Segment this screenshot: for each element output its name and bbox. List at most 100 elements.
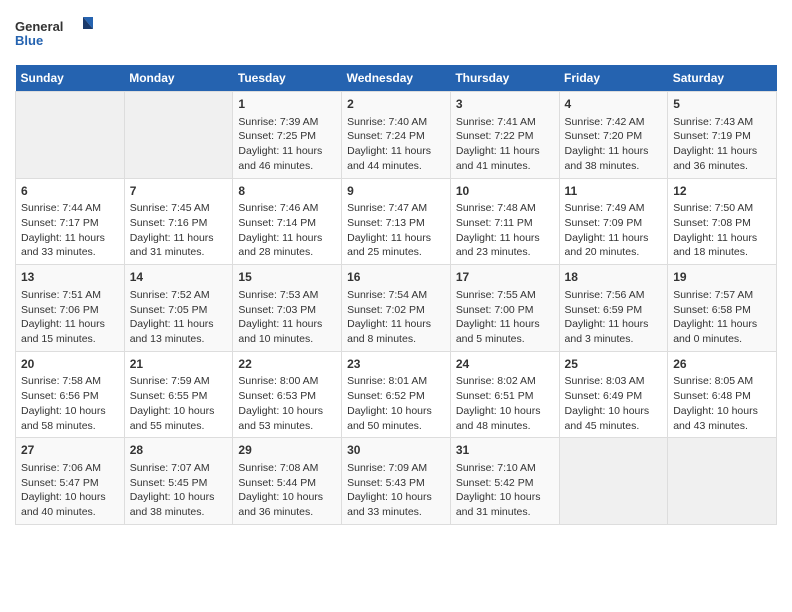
calendar-table: SundayMondayTuesdayWednesdayThursdayFrid… [15,65,777,525]
cell-text: Sunset: 5:47 PM [21,476,119,491]
cell-text: Sunrise: 7:46 AM [238,201,336,216]
day-number: 6 [21,183,119,200]
cell-text: Sunset: 7:22 PM [456,129,554,144]
day-number: 4 [565,96,663,113]
cell-text: Sunrise: 7:56 AM [565,288,663,303]
cell-text: Sunrise: 7:49 AM [565,201,663,216]
day-number: 27 [21,442,119,459]
cell-text: Sunset: 7:05 PM [130,303,228,318]
cell-text: Daylight: 11 hours and 25 minutes. [347,231,445,260]
calendar-cell: 9Sunrise: 7:47 AMSunset: 7:13 PMDaylight… [342,178,451,265]
cell-text: Sunrise: 7:51 AM [21,288,119,303]
cell-text: Sunset: 7:16 PM [130,216,228,231]
cell-text: Sunset: 7:25 PM [238,129,336,144]
cell-text: Sunset: 7:03 PM [238,303,336,318]
cell-text: Daylight: 11 hours and 18 minutes. [673,231,771,260]
svg-text:General: General [15,19,63,34]
cell-text: Daylight: 11 hours and 31 minutes. [130,231,228,260]
cell-text: Sunrise: 8:05 AM [673,374,771,389]
cell-text: Sunrise: 7:57 AM [673,288,771,303]
calendar-cell: 30Sunrise: 7:09 AMSunset: 5:43 PMDayligh… [342,438,451,525]
cell-text: Sunset: 7:06 PM [21,303,119,318]
day-header-wednesday: Wednesday [342,65,451,92]
cell-text: Sunset: 6:48 PM [673,389,771,404]
cell-text: Sunset: 7:24 PM [347,129,445,144]
cell-text: Sunrise: 7:55 AM [456,288,554,303]
calendar-cell: 2Sunrise: 7:40 AMSunset: 7:24 PMDaylight… [342,92,451,179]
day-number: 5 [673,96,771,113]
cell-text: Sunset: 7:08 PM [673,216,771,231]
cell-text: Sunset: 6:55 PM [130,389,228,404]
calendar-cell: 8Sunrise: 7:46 AMSunset: 7:14 PMDaylight… [233,178,342,265]
cell-text: Sunset: 6:53 PM [238,389,336,404]
calendar-cell: 26Sunrise: 8:05 AMSunset: 6:48 PMDayligh… [668,351,777,438]
cell-text: Sunrise: 7:39 AM [238,115,336,130]
calendar-cell: 18Sunrise: 7:56 AMSunset: 6:59 PMDayligh… [559,265,668,352]
logo: General Blue [15,15,95,55]
cell-text: Sunset: 5:44 PM [238,476,336,491]
calendar-header: SundayMondayTuesdayWednesdayThursdayFrid… [16,65,777,92]
calendar-cell: 29Sunrise: 7:08 AMSunset: 5:44 PMDayligh… [233,438,342,525]
day-number: 14 [130,269,228,286]
cell-text: Sunrise: 7:47 AM [347,201,445,216]
cell-text: Sunrise: 7:58 AM [21,374,119,389]
day-number: 26 [673,356,771,373]
calendar-cell: 20Sunrise: 7:58 AMSunset: 6:56 PMDayligh… [16,351,125,438]
calendar-week-2: 6Sunrise: 7:44 AMSunset: 7:17 PM Daylight… [16,178,777,265]
cell-text: Daylight: 10 hours and 33 minutes. [347,490,445,519]
cell-text: Sunrise: 8:01 AM [347,374,445,389]
calendar-cell: 11Sunrise: 7:49 AMSunset: 7:09 PMDayligh… [559,178,668,265]
cell-text: Sunset: 7:20 PM [565,129,663,144]
cell-text: Sunrise: 7:43 AM [673,115,771,130]
cell-text: Sunset: 6:51 PM [456,389,554,404]
day-header-saturday: Saturday [668,65,777,92]
cell-text: Sunset: 7:11 PM [456,216,554,231]
cell-text: Daylight: 11 hours and 28 minutes. [238,231,336,260]
cell-text: Sunrise: 7:45 AM [130,201,228,216]
day-header-tuesday: Tuesday [233,65,342,92]
cell-text: Sunrise: 7:54 AM [347,288,445,303]
day-number: 29 [238,442,336,459]
calendar-cell [16,92,125,179]
page-header: General Blue [15,15,777,55]
cell-text: Sunset: 6:58 PM [673,303,771,318]
calendar-week-3: 13Sunrise: 7:51 AMSunset: 7:06 PMDayligh… [16,265,777,352]
day-header-friday: Friday [559,65,668,92]
day-number: 19 [673,269,771,286]
cell-text: Daylight: 10 hours and 55 minutes. [130,404,228,433]
svg-text:Blue: Blue [15,33,43,48]
cell-text: Sunrise: 8:00 AM [238,374,336,389]
cell-text: Sunset: 5:43 PM [347,476,445,491]
day-number: 31 [456,442,554,459]
day-number: 23 [347,356,445,373]
cell-text: Sunset: 5:42 PM [456,476,554,491]
cell-text: Daylight: 11 hours and 36 minutes. [673,144,771,173]
calendar-cell: 4Sunrise: 7:42 AMSunset: 7:20 PMDaylight… [559,92,668,179]
cell-text: Sunrise: 7:44 AM [21,201,119,216]
cell-text: Sunrise: 7:52 AM [130,288,228,303]
day-number: 9 [347,183,445,200]
day-number: 15 [238,269,336,286]
cell-text: Sunrise: 7:10 AM [456,461,554,476]
cell-text: Daylight: 11 hours and 5 minutes. [456,317,554,346]
cell-text: Daylight: 10 hours and 58 minutes. [21,404,119,433]
cell-text: Sunrise: 7:07 AM [130,461,228,476]
day-number: 3 [456,96,554,113]
cell-text: Sunset: 6:52 PM [347,389,445,404]
day-number: 25 [565,356,663,373]
cell-text: Sunrise: 7:40 AM [347,115,445,130]
day-number: 8 [238,183,336,200]
day-header-sunday: Sunday [16,65,125,92]
day-number: 12 [673,183,771,200]
calendar-cell: 1Sunrise: 7:39 AMSunset: 7:25 PMDaylight… [233,92,342,179]
cell-text: Sunset: 6:59 PM [565,303,663,318]
day-number: 11 [565,183,663,200]
calendar-cell [124,92,233,179]
day-number: 18 [565,269,663,286]
day-number: 20 [21,356,119,373]
cell-text: Daylight: 11 hours and 44 minutes. [347,144,445,173]
cell-text: Daylight: 10 hours and 38 minutes. [130,490,228,519]
calendar-cell: 5Sunrise: 7:43 AMSunset: 7:19 PMDaylight… [668,92,777,179]
cell-text: Sunset: 7:17 PM [21,216,119,231]
calendar-cell: 21Sunrise: 7:59 AMSunset: 6:55 PMDayligh… [124,351,233,438]
